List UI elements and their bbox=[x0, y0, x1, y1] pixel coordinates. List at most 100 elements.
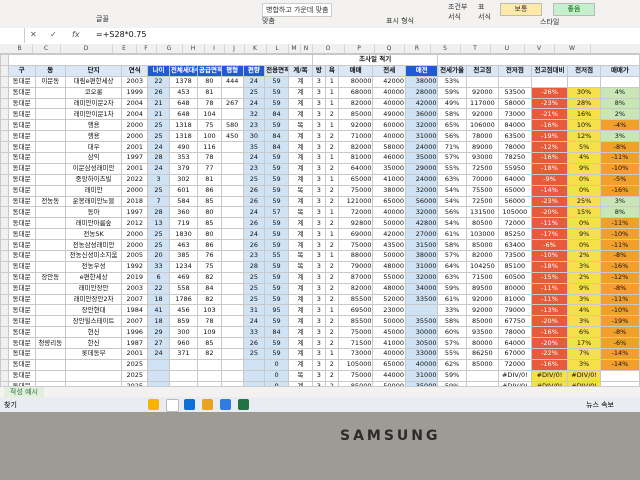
cell[interactable]: 84 bbox=[197, 282, 222, 295]
column-letter[interactable]: I bbox=[204, 44, 225, 53]
cell[interactable]: 3% bbox=[599, 195, 640, 208]
cell[interactable]: 13 bbox=[147, 217, 170, 230]
cell[interactable]: 93000 bbox=[465, 152, 500, 164]
cell[interactable]: -20% bbox=[530, 206, 569, 219]
cell[interactable]: 동대문 bbox=[7, 141, 36, 154]
cell[interactable]: 57 bbox=[264, 206, 289, 219]
cell[interactable]: 68000 bbox=[337, 86, 374, 99]
cell[interactable] bbox=[34, 97, 66, 110]
cell[interactable]: 80 bbox=[197, 75, 222, 88]
cell[interactable]: 859 bbox=[168, 315, 199, 328]
cell[interactable]: 동대문 bbox=[7, 348, 36, 360]
cell[interactable]: 56% bbox=[437, 130, 467, 143]
cell[interactable]: 25 bbox=[242, 86, 266, 99]
cell[interactable]: 55% bbox=[437, 348, 467, 360]
cell[interactable]: 7 bbox=[147, 195, 170, 208]
cell[interactable]: 계 bbox=[287, 358, 313, 371]
cell[interactable]: 동대문 bbox=[7, 337, 36, 350]
cell[interactable]: 87000 bbox=[337, 271, 374, 284]
cell[interactable] bbox=[530, 75, 569, 88]
cell[interactable] bbox=[220, 152, 244, 164]
cell[interactable]: 동대문 bbox=[7, 250, 36, 262]
cell[interactable] bbox=[34, 217, 66, 230]
cell[interactable]: 2025 bbox=[121, 369, 149, 382]
cell[interactable]: 1987 bbox=[121, 337, 149, 350]
cell[interactable]: 25 bbox=[147, 228, 170, 241]
cell[interactable]: 57% bbox=[437, 250, 467, 262]
cell[interactable]: 35500 bbox=[404, 315, 439, 328]
cell[interactable]: 38000 bbox=[404, 250, 439, 262]
cell[interactable]: #DIV/0! bbox=[567, 369, 601, 382]
cell[interactable]: 63% bbox=[437, 173, 467, 186]
cell[interactable]: 33 bbox=[242, 326, 266, 339]
cell[interactable]: 삼익 bbox=[64, 152, 123, 164]
cell[interactable]: 0% bbox=[567, 217, 601, 230]
cell[interactable]: 2 bbox=[324, 326, 339, 339]
cell[interactable]: 3 bbox=[311, 369, 326, 382]
cell[interactable]: 3 bbox=[311, 239, 326, 252]
cell[interactable]: 2 bbox=[324, 293, 339, 306]
cell[interactable]: 2022 bbox=[121, 173, 149, 186]
cell[interactable]: 0% bbox=[567, 239, 601, 252]
cell[interactable]: 동대문 bbox=[7, 184, 36, 197]
cell[interactable]: 31000 bbox=[404, 130, 439, 143]
cell[interactable] bbox=[220, 348, 244, 360]
cell[interactable]: 31000 bbox=[404, 369, 439, 382]
cell[interactable]: 1997 bbox=[121, 152, 149, 164]
cell[interactable]: 1234 bbox=[168, 260, 199, 273]
cell[interactable]: 동대문 bbox=[7, 86, 36, 99]
cell[interactable] bbox=[34, 315, 66, 328]
cell[interactable]: -9% bbox=[530, 173, 569, 186]
row-number[interactable] bbox=[0, 217, 9, 230]
cell[interactable]: 1378 bbox=[168, 75, 199, 88]
cell[interactable] bbox=[220, 141, 244, 154]
column-letter[interactable]: S bbox=[430, 44, 461, 53]
cell[interactable]: 65% bbox=[437, 119, 467, 132]
cell[interactable]: 1 bbox=[324, 304, 339, 317]
cell[interactable]: 2004 bbox=[121, 97, 149, 110]
cell[interactable]: 23 bbox=[242, 250, 266, 262]
cell[interactable]: 34000 bbox=[404, 282, 439, 295]
cell[interactable]: -26% bbox=[530, 86, 569, 99]
cell[interactable]: 40000 bbox=[372, 130, 406, 143]
cell[interactable] bbox=[220, 86, 244, 99]
cell[interactable]: 385 bbox=[168, 250, 199, 262]
cell[interactable]: 86 bbox=[197, 184, 222, 197]
cell[interactable]: 267 bbox=[220, 97, 244, 110]
cell[interactable] bbox=[197, 358, 222, 371]
cell[interactable]: 28% bbox=[567, 97, 601, 110]
cell[interactable]: 89500 bbox=[465, 282, 500, 295]
cell[interactable]: 117000 bbox=[465, 97, 500, 110]
cell[interactable]: 73000 bbox=[337, 348, 374, 360]
cell[interactable]: 106000 bbox=[465, 119, 500, 132]
cell[interactable]: 3 bbox=[311, 173, 326, 186]
cell[interactable]: 2 bbox=[324, 184, 339, 197]
cell[interactable]: 59 bbox=[264, 260, 289, 273]
cell[interactable]: -18% bbox=[530, 260, 569, 273]
cell[interactable] bbox=[599, 369, 640, 382]
cell[interactable]: 계 bbox=[287, 195, 313, 208]
cell[interactable]: 동대문 bbox=[7, 217, 36, 230]
cell[interactable]: 3 bbox=[311, 217, 326, 230]
cell[interactable]: 56000 bbox=[498, 195, 532, 208]
cell[interactable]: 78 bbox=[197, 97, 222, 110]
cell[interactable]: 1318 bbox=[168, 119, 199, 132]
cell[interactable]: 1 bbox=[324, 173, 339, 186]
cell[interactable]: 93500 bbox=[465, 326, 500, 339]
cell[interactable]: 80000 bbox=[337, 75, 374, 88]
cell[interactable]: 31500 bbox=[404, 239, 439, 252]
cell[interactable]: -6% bbox=[599, 337, 640, 350]
cell[interactable]: 95 bbox=[264, 304, 289, 317]
cell[interactable]: 490 bbox=[168, 141, 199, 154]
cell[interactable]: 계 bbox=[287, 282, 313, 295]
cell[interactable]: 장안힐스테이트 bbox=[64, 315, 123, 328]
cell[interactable]: -10% bbox=[599, 228, 640, 241]
cell[interactable] bbox=[220, 304, 244, 317]
cell[interactable]: 계 bbox=[287, 162, 313, 175]
cell[interactable]: 109 bbox=[197, 326, 222, 339]
cell[interactable]: 26 bbox=[242, 195, 266, 208]
row-number[interactable] bbox=[0, 130, 9, 143]
cell[interactable]: -5% bbox=[599, 173, 640, 186]
cell[interactable]: 85000 bbox=[465, 315, 500, 328]
cell[interactable]: 전농우성 bbox=[64, 260, 123, 273]
